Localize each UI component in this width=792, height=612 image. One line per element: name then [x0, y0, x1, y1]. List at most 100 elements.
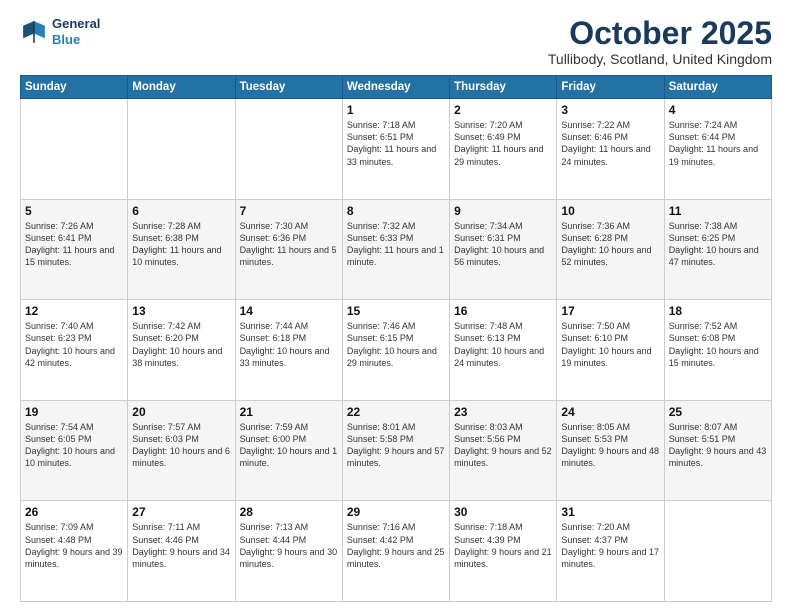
calendar-cell: 26 Sunrise: 7:09 AM Sunset: 4:48 PM Dayli…: [21, 501, 128, 602]
day-info: Sunrise: 7:30 AM Sunset: 6:36 PM Dayligh…: [240, 220, 338, 269]
day-info: Sunrise: 7:40 AM Sunset: 6:23 PM Dayligh…: [25, 320, 123, 369]
day-number: 23: [454, 405, 552, 419]
day-number: 14: [240, 304, 338, 318]
location: Tullibody, Scotland, United Kingdom: [548, 51, 772, 67]
day-info: Sunrise: 7:26 AM Sunset: 6:41 PM Dayligh…: [25, 220, 123, 269]
calendar-cell: [128, 99, 235, 200]
day-info: Sunrise: 7:22 AM Sunset: 6:46 PM Dayligh…: [561, 119, 659, 168]
day-info: Sunrise: 7:09 AM Sunset: 4:48 PM Dayligh…: [25, 521, 123, 570]
col-sunday: Sunday: [21, 76, 128, 99]
calendar-cell: 24 Sunrise: 8:05 AM Sunset: 5:53 PM Dayli…: [557, 400, 664, 501]
day-number: 28: [240, 505, 338, 519]
day-info: Sunrise: 7:57 AM Sunset: 6:03 PM Dayligh…: [132, 421, 230, 470]
calendar-cell: 20 Sunrise: 7:57 AM Sunset: 6:03 PM Dayli…: [128, 400, 235, 501]
calendar-cell: 16Sunrise: 7:48 AM Sunset: 6:13 PM Dayli…: [450, 300, 557, 401]
day-number: 29: [347, 505, 445, 519]
calendar-cell: 4Sunrise: 7:24 AM Sunset: 6:44 PM Daylig…: [664, 99, 771, 200]
calendar-cell: 22Sunrise: 8:01 AM Sunset: 5:58 PM Dayli…: [342, 400, 449, 501]
calendar-cell: 21 Sunrise: 7:59 AM Sunset: 6:00 PM Dayli…: [235, 400, 342, 501]
calendar-cell: 27Sunrise: 7:11 AM Sunset: 4:46 PM Dayli…: [128, 501, 235, 602]
calendar-cell: 10Sunrise: 7:36 AM Sunset: 6:28 PM Dayli…: [557, 199, 664, 300]
col-friday: Friday: [557, 76, 664, 99]
day-number: 2: [454, 103, 552, 117]
col-monday: Monday: [128, 76, 235, 99]
calendar-cell: 18 Sunrise: 7:52 AM Sunset: 6:08 PM Dayli…: [664, 300, 771, 401]
calendar-cell: 31Sunrise: 7:20 AM Sunset: 4:37 PM Dayli…: [557, 501, 664, 602]
calendar-header: Sunday Monday Tuesday Wednesday Thursday…: [21, 76, 772, 99]
weekday-row: Sunday Monday Tuesday Wednesday Thursday…: [21, 76, 772, 99]
calendar-week-3: 19 Sunrise: 7:54 AM Sunset: 6:05 PM Dayli…: [21, 400, 772, 501]
day-info: Sunrise: 7:24 AM Sunset: 6:44 PM Dayligh…: [669, 119, 767, 168]
col-thursday: Thursday: [450, 76, 557, 99]
day-info: Sunrise: 7:11 AM Sunset: 4:46 PM Dayligh…: [132, 521, 230, 570]
day-info: Sunrise: 7:18 AM Sunset: 6:51 PM Dayligh…: [347, 119, 445, 168]
day-number: 25: [669, 405, 767, 419]
calendar-cell: 11 Sunrise: 7:38 AM Sunset: 6:25 PM Dayli…: [664, 199, 771, 300]
day-info: Sunrise: 7:16 AM Sunset: 4:42 PM Dayligh…: [347, 521, 445, 570]
day-info: Sunrise: 7:28 AM Sunset: 6:38 PM Dayligh…: [132, 220, 230, 269]
day-info: Sunrise: 8:05 AM Sunset: 5:53 PM Dayligh…: [561, 421, 659, 470]
calendar-week-2: 12 Sunrise: 7:40 AM Sunset: 6:23 PM Dayli…: [21, 300, 772, 401]
day-number: 1: [347, 103, 445, 117]
day-number: 30: [454, 505, 552, 519]
day-number: 11: [669, 204, 767, 218]
calendar-table: Sunday Monday Tuesday Wednesday Thursday…: [20, 75, 772, 602]
day-number: 20: [132, 405, 230, 419]
calendar-week-0: 1 Sunrise: 7:18 AM Sunset: 6:51 PM Daylig…: [21, 99, 772, 200]
day-number: 21: [240, 405, 338, 419]
calendar-cell: 15Sunrise: 7:46 AM Sunset: 6:15 PM Dayli…: [342, 300, 449, 401]
calendar-cell: 2Sunrise: 7:20 AM Sunset: 6:49 PM Daylig…: [450, 99, 557, 200]
day-info: Sunrise: 7:54 AM Sunset: 6:05 PM Dayligh…: [25, 421, 123, 470]
day-number: 15: [347, 304, 445, 318]
calendar-cell: 6 Sunrise: 7:28 AM Sunset: 6:38 PM Daylig…: [128, 199, 235, 300]
calendar-week-4: 26 Sunrise: 7:09 AM Sunset: 4:48 PM Dayli…: [21, 501, 772, 602]
day-number: 24: [561, 405, 659, 419]
logo-icon: [20, 18, 48, 46]
day-info: Sunrise: 7:34 AM Sunset: 6:31 PM Dayligh…: [454, 220, 552, 269]
day-number: 17: [561, 304, 659, 318]
calendar-cell: 1 Sunrise: 7:18 AM Sunset: 6:51 PM Daylig…: [342, 99, 449, 200]
col-wednesday: Wednesday: [342, 76, 449, 99]
day-number: 26: [25, 505, 123, 519]
day-number: 10: [561, 204, 659, 218]
calendar-cell: 30 Sunrise: 7:18 AM Sunset: 4:39 PM Dayli…: [450, 501, 557, 602]
calendar-cell: 29 Sunrise: 7:16 AM Sunset: 4:42 PM Dayli…: [342, 501, 449, 602]
page: General Blue October 2025 Tullibody, Sco…: [0, 0, 792, 612]
day-number: 7: [240, 204, 338, 218]
day-info: Sunrise: 8:01 AM Sunset: 5:58 PM Dayligh…: [347, 421, 445, 470]
day-info: Sunrise: 7:42 AM Sunset: 6:20 PM Dayligh…: [132, 320, 230, 369]
day-number: 5: [25, 204, 123, 218]
day-info: Sunrise: 7:18 AM Sunset: 4:39 PM Dayligh…: [454, 521, 552, 570]
calendar-cell: 23Sunrise: 8:03 AM Sunset: 5:56 PM Dayli…: [450, 400, 557, 501]
day-info: Sunrise: 7:38 AM Sunset: 6:25 PM Dayligh…: [669, 220, 767, 269]
calendar-cell: 13 Sunrise: 7:42 AM Sunset: 6:20 PM Dayli…: [128, 300, 235, 401]
month-title: October 2025: [548, 16, 772, 51]
calendar-cell: [21, 99, 128, 200]
day-number: 3: [561, 103, 659, 117]
day-number: 9: [454, 204, 552, 218]
day-number: 18: [669, 304, 767, 318]
col-saturday: Saturday: [664, 76, 771, 99]
day-info: Sunrise: 7:13 AM Sunset: 4:44 PM Dayligh…: [240, 521, 338, 570]
calendar-cell: 8Sunrise: 7:32 AM Sunset: 6:33 PM Daylig…: [342, 199, 449, 300]
calendar-cell: 19 Sunrise: 7:54 AM Sunset: 6:05 PM Dayli…: [21, 400, 128, 501]
header: General Blue October 2025 Tullibody, Sco…: [20, 16, 772, 67]
calendar-cell: 28 Sunrise: 7:13 AM Sunset: 4:44 PM Dayli…: [235, 501, 342, 602]
calendar-cell: 5 Sunrise: 7:26 AM Sunset: 6:41 PM Daylig…: [21, 199, 128, 300]
calendar-cell: [664, 501, 771, 602]
calendar-cell: 7 Sunrise: 7:30 AM Sunset: 6:36 PM Daylig…: [235, 199, 342, 300]
day-info: Sunrise: 7:52 AM Sunset: 6:08 PM Dayligh…: [669, 320, 767, 369]
day-number: 12: [25, 304, 123, 318]
day-number: 13: [132, 304, 230, 318]
logo: General Blue: [20, 16, 100, 47]
day-number: 19: [25, 405, 123, 419]
day-info: Sunrise: 7:48 AM Sunset: 6:13 PM Dayligh…: [454, 320, 552, 369]
day-info: Sunrise: 8:07 AM Sunset: 5:51 PM Dayligh…: [669, 421, 767, 470]
day-info: Sunrise: 7:59 AM Sunset: 6:00 PM Dayligh…: [240, 421, 338, 470]
day-number: 6: [132, 204, 230, 218]
col-tuesday: Tuesday: [235, 76, 342, 99]
day-info: Sunrise: 7:32 AM Sunset: 6:33 PM Dayligh…: [347, 220, 445, 269]
day-number: 31: [561, 505, 659, 519]
calendar-cell: 25 Sunrise: 8:07 AM Sunset: 5:51 PM Dayli…: [664, 400, 771, 501]
calendar-cell: 3 Sunrise: 7:22 AM Sunset: 6:46 PM Daylig…: [557, 99, 664, 200]
